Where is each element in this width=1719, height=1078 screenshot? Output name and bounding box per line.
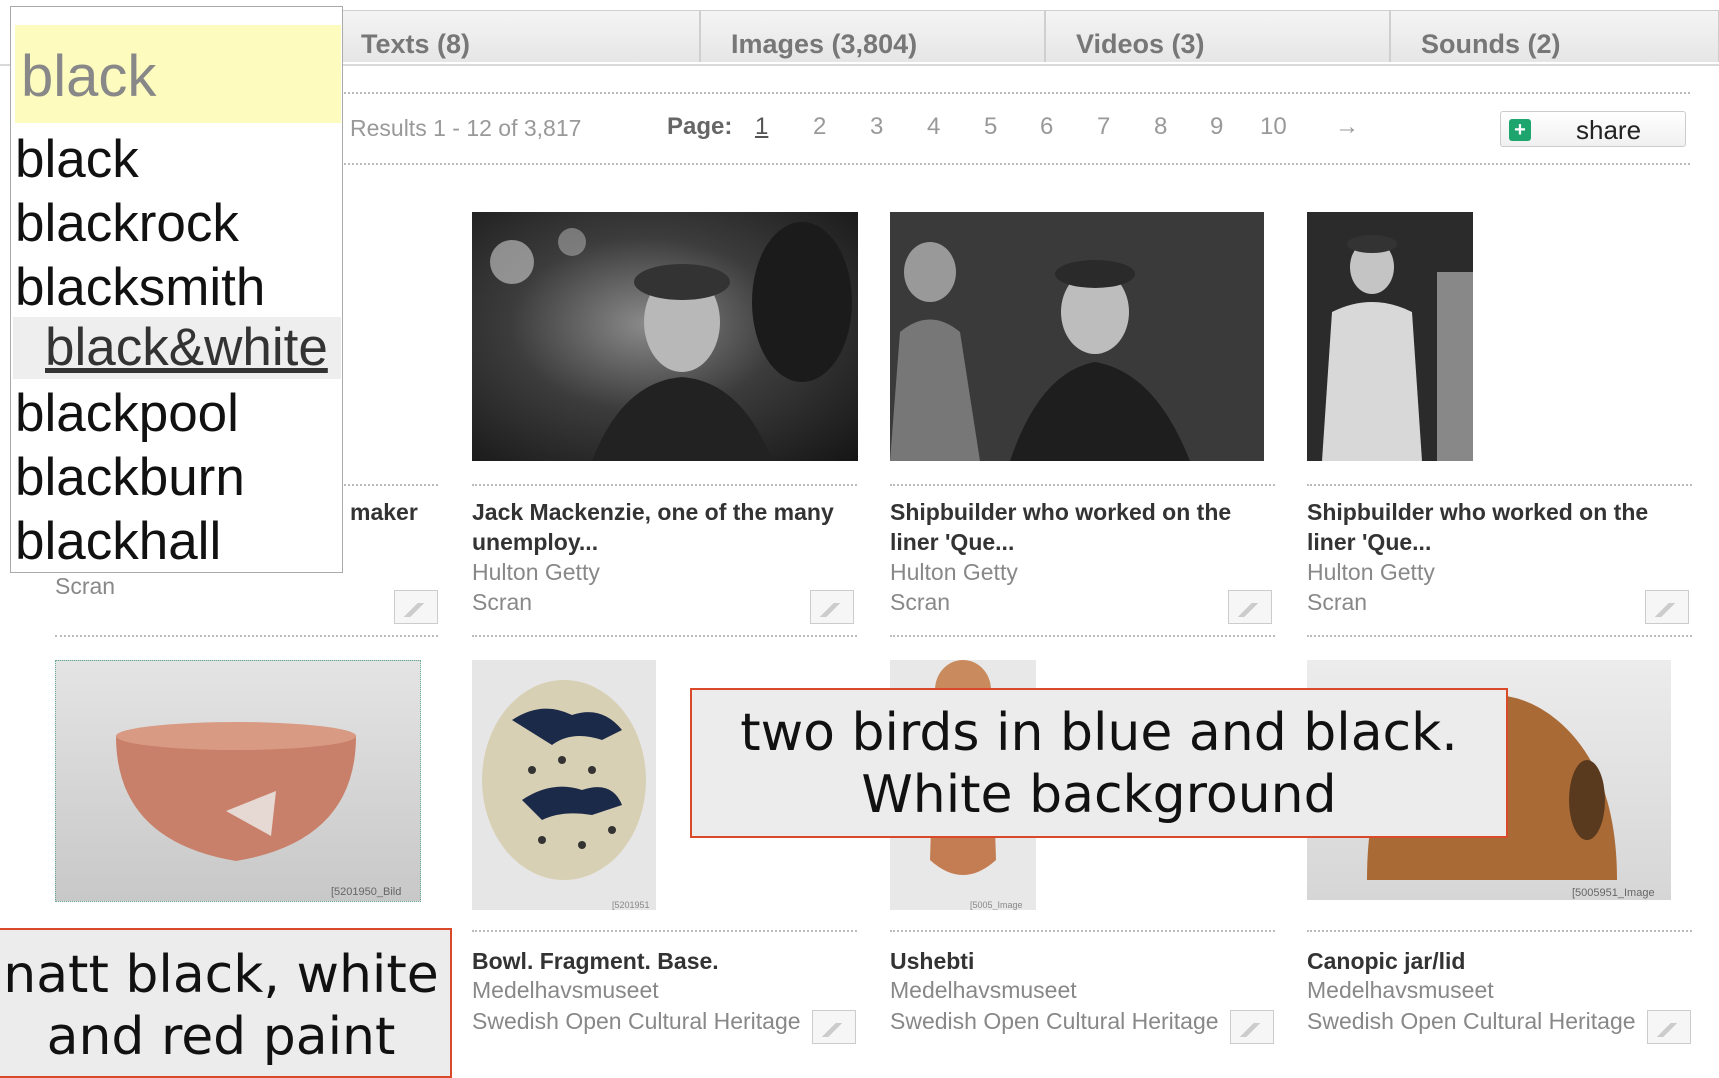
caption-line: and red paint	[46, 1007, 396, 1067]
thumbnail-shipbuilder-2[interactable]	[1307, 212, 1473, 461]
page-link-7[interactable]: 7	[1097, 113, 1110, 141]
card-title[interactable]: Bowl. Fragment. Base.	[472, 946, 852, 976]
card-source: Scran	[55, 573, 116, 599]
tab-videos[interactable]: Videos (3)	[1045, 10, 1390, 62]
tab-sounds[interactable]: Sounds (2)	[1390, 10, 1719, 62]
thumbnail-code: [5201951	[612, 900, 650, 910]
thumbnail-code: [5005951_Image	[1572, 887, 1655, 899]
card-source: Scran	[472, 589, 533, 615]
page-link-3[interactable]: 3	[870, 113, 883, 141]
tab-images[interactable]: Images (3,804)	[700, 10, 1045, 62]
card-title[interactable]: Ushebti	[890, 946, 1270, 976]
pagination: Page: 1 2 3 4 5 6 7 8 9 10 →	[667, 113, 1359, 141]
divider	[472, 930, 857, 932]
tab-images-label: Images (3,804)	[731, 29, 918, 59]
page-link-9[interactable]: 9	[1210, 113, 1223, 141]
card-author: Hulton Getty	[472, 559, 600, 585]
tab-texts-label: Texts (8)	[361, 29, 471, 59]
caption-line: natt black, white	[3, 945, 439, 1005]
caption-overlay-paint: natt black, white and red paint	[0, 928, 452, 1078]
caption-line: White background	[861, 765, 1337, 825]
divider	[890, 930, 1275, 932]
page-link-5[interactable]: 5	[984, 113, 997, 141]
suggestion-item[interactable]: blackburn	[13, 447, 341, 509]
divider	[1307, 930, 1692, 932]
caption-line: two birds in blue and black.	[740, 703, 1458, 763]
image-type-icon	[1228, 590, 1272, 624]
suggestion-item[interactable]: black	[13, 129, 341, 191]
tab-texts[interactable]: Texts (8)	[330, 10, 700, 62]
card-source: Swedish Open Cultural Heritage	[890, 1008, 1219, 1034]
image-type-icon	[1645, 590, 1689, 624]
divider	[340, 92, 1690, 94]
card-source: Swedish Open Cultural Heritage	[472, 1008, 801, 1034]
plus-icon: +	[1509, 119, 1531, 141]
divider	[55, 635, 438, 637]
share-label: share	[1576, 115, 1642, 145]
thumbnail-jack-mackenzie[interactable]	[472, 212, 858, 461]
photo-image: [5201951	[482, 680, 650, 910]
search-input[interactable]: black	[15, 25, 341, 123]
thumbnail-code: [5005_Image	[970, 900, 1023, 910]
suggestion-item[interactable]: blackpool	[13, 383, 341, 445]
divider	[340, 163, 1690, 165]
divider	[472, 635, 857, 637]
page-link-4[interactable]: 4	[927, 113, 940, 141]
photo-image	[890, 212, 1264, 461]
card-title[interactable]: Shipbuilder who worked on the liner 'Que…	[1307, 497, 1687, 557]
page-link-2[interactable]: 2	[813, 113, 826, 141]
divider	[1307, 635, 1692, 637]
card-source: Scran	[1307, 589, 1368, 615]
thumbnail-code: [5201950_Bild	[331, 886, 401, 898]
divider	[890, 484, 1275, 486]
image-type-icon	[394, 590, 438, 624]
page-link-6[interactable]: 6	[1040, 113, 1053, 141]
divider	[472, 484, 857, 486]
divider	[1307, 484, 1692, 486]
card-author: Hulton Getty	[1307, 559, 1435, 585]
image-type-icon	[812, 1010, 856, 1044]
card-author: Hulton Getty	[890, 559, 1018, 585]
page-link-1[interactable]: 1	[755, 113, 768, 141]
search-autocomplete: black black blackrock blacksmith black&w…	[10, 6, 343, 573]
card-title[interactable]: Jack Mackenzie, one of the many unemploy…	[472, 497, 852, 557]
photo-image	[490, 222, 852, 461]
page-link-8[interactable]: 8	[1154, 113, 1167, 141]
results-count: Results 1 - 12 of 3,817	[350, 115, 582, 141]
tab-videos-label: Videos (3)	[1076, 29, 1205, 59]
tab-sounds-label: Sounds (2)	[1421, 29, 1561, 59]
card-author: Medelhavsmuseet	[1307, 977, 1494, 1003]
page-label: Page:	[667, 113, 733, 140]
photo-image	[1322, 235, 1473, 461]
card-title[interactable]: Canopic jar/lid	[1307, 946, 1687, 976]
thumbnail-shipbuilder-1[interactable]	[890, 212, 1264, 461]
share-button[interactable]: + share	[1500, 111, 1686, 147]
card-source: Scran	[890, 589, 951, 615]
thumbnail-bowl[interactable]: [5201950_Bild	[55, 660, 421, 902]
caption-overlay-birds: two birds in blue and black. White backg…	[690, 688, 1508, 838]
suggestion-item[interactable]: blackhall	[13, 511, 341, 573]
image-type-icon	[810, 590, 854, 624]
suggestion-item[interactable]: blacksmith	[13, 257, 341, 319]
image-type-icon	[1647, 1010, 1691, 1044]
next-page-arrow-icon[interactable]: →	[1335, 113, 1359, 141]
page-link-10[interactable]: 10	[1260, 113, 1287, 141]
card-source: Swedish Open Cultural Heritage	[1307, 1008, 1636, 1034]
card-title[interactable]: Shipbuilder who worked on the liner 'Que…	[890, 497, 1270, 557]
card-title[interactable]: maker	[350, 497, 450, 527]
suggestion-item[interactable]: blackrock	[13, 193, 341, 255]
suggestion-item-selected[interactable]: black&white	[13, 317, 341, 379]
thumbnail-bowl-fragment[interactable]: [5201951	[472, 660, 656, 910]
card-author: Medelhavsmuseet	[890, 977, 1077, 1003]
image-type-icon	[1230, 1010, 1274, 1044]
card-author: Medelhavsmuseet	[472, 977, 659, 1003]
photo-image: [5201950_Bild	[116, 722, 401, 898]
divider	[890, 635, 1275, 637]
